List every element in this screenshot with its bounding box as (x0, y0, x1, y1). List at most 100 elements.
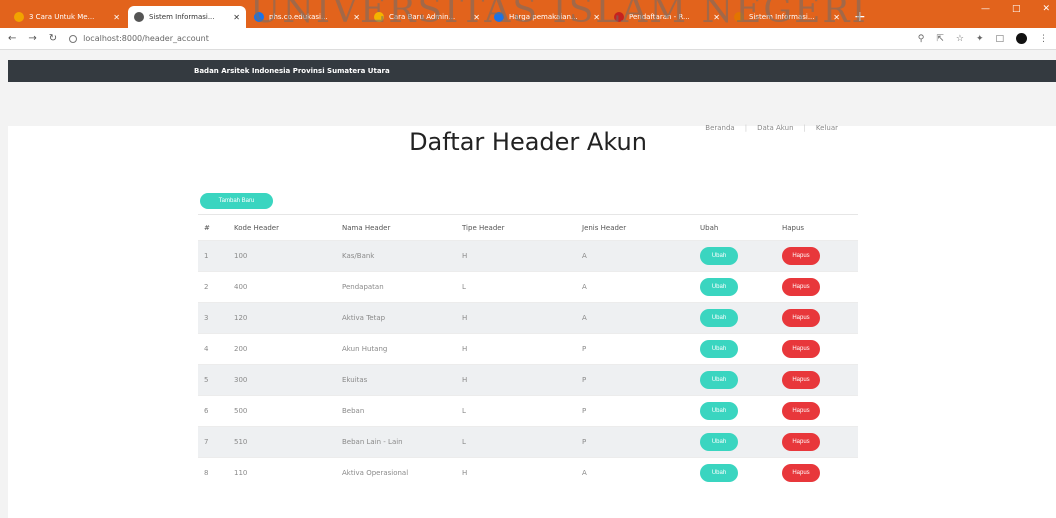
table-body: 1 100 Kas/Bank H A Ubah Hapus 2 400 Pendapatan L A U… (198, 240, 858, 489)
row-edit-cell: Ubah (694, 458, 776, 489)
app-navbar: Badan Arsitek Indonesia Provinsi Sumater… (8, 60, 1056, 82)
row-jenis: P (582, 345, 587, 353)
delete-button[interactable]: Hapus (782, 464, 820, 483)
close-tab-icon[interactable]: ✕ (353, 13, 360, 22)
row-delete-cell: Hapus (776, 241, 858, 272)
row-delete-cell: Hapus (776, 427, 858, 458)
delete-button[interactable]: Hapus (782, 309, 820, 327)
row-delete-cell: Hapus (776, 365, 858, 396)
menu-icon[interactable]: ⋮ (1039, 34, 1048, 44)
browser-tab[interactable]: Pendaftaran - R... ✕ (608, 6, 726, 28)
row-tipe: H (462, 314, 468, 322)
row-number: 3 (204, 314, 209, 322)
close-tab-icon[interactable]: ✕ (593, 13, 600, 22)
minimize-icon[interactable]: — (981, 4, 990, 14)
edit-button[interactable]: Ubah (700, 464, 738, 483)
row-number: 6 (204, 407, 209, 415)
row-edit-cell: Ubah (694, 427, 776, 458)
bookmark-star-icon[interactable]: ☆ (956, 34, 964, 44)
page-title: Daftar Header Akun (409, 128, 647, 156)
browser-tab-strip: 3 Cara Untuk Me... ✕ Sistem Informasi... ✕ p… (0, 0, 1056, 28)
reload-icon[interactable]: ↻ (49, 33, 57, 44)
col-number: # (204, 223, 210, 232)
delete-button[interactable]: Hapus (782, 340, 820, 358)
address-bar: ← → ↻ localhost:8000/header_account ⚲ ⇱ … (0, 28, 1056, 50)
favicon-icon (134, 12, 144, 22)
forward-icon[interactable]: → (28, 33, 36, 44)
add-new-button[interactable]: Tambah Baru (200, 193, 273, 209)
tab-label: Pendaftaran - R... (629, 13, 690, 21)
table-row: 8 110 Aktiva Operasional H A Ubah Hapus (198, 457, 858, 489)
delete-button[interactable]: Hapus (782, 433, 820, 451)
tab-label: Cara Baru Admin... (389, 13, 456, 21)
row-tipe: H (462, 252, 468, 260)
share-icon[interactable]: ⇱ (936, 34, 944, 44)
table-row: 3 120 Aktiva Tetap H A Ubah Hapus (198, 302, 858, 334)
tab-label: Sistem Informasi... (149, 13, 215, 21)
table-header-row: # Kode Header Nama Header Tipe Header Je… (198, 214, 858, 241)
col-nama-header: Nama Header (342, 223, 391, 232)
back-icon[interactable]: ← (8, 33, 16, 44)
url-field[interactable]: localhost:8000/header_account (69, 34, 918, 43)
favicon-icon (614, 12, 624, 22)
row-kode: 400 (234, 283, 248, 291)
close-tab-icon[interactable]: ✕ (473, 13, 480, 22)
delete-button[interactable]: Hapus (782, 371, 820, 389)
row-nama: Ekuitas (342, 376, 368, 384)
extensions-icon[interactable]: ✦ (976, 34, 984, 44)
sidebar-icon[interactable]: □ (995, 34, 1004, 44)
delete-button[interactable]: Hapus (782, 402, 820, 420)
zoom-icon[interactable]: ⚲ (918, 34, 925, 44)
edit-button[interactable]: Ubah (700, 433, 738, 451)
row-tipe: L (462, 407, 466, 415)
delete-button[interactable]: Hapus (782, 247, 820, 265)
close-window-icon[interactable]: ✕ (1042, 4, 1050, 14)
info-icon[interactable] (69, 34, 78, 43)
profile-avatar[interactable] (1016, 33, 1027, 44)
app-brand[interactable]: Badan Arsitek Indonesia Provinsi Sumater… (194, 67, 390, 75)
edit-button[interactable]: Ubah (700, 247, 738, 265)
row-edit-cell: Ubah (694, 334, 776, 365)
edit-button[interactable]: Ubah (700, 371, 738, 389)
delete-button[interactable]: Hapus (782, 278, 820, 296)
table-row: 7 510 Beban Lain - Lain L P Ubah Hapus (198, 426, 858, 458)
favicon-icon (494, 12, 504, 22)
browser-tab[interactable]: Cara Baru Admin... ✕ (368, 6, 486, 28)
row-jenis: A (582, 314, 587, 322)
tab-label: Harga pemakaian... (509, 13, 578, 21)
row-tipe: H (462, 469, 468, 478)
edit-button[interactable]: Ubah (700, 340, 738, 358)
edit-button[interactable]: Ubah (700, 278, 738, 296)
col-ubah: Ubah (700, 223, 719, 232)
row-nama: Kas/Bank (342, 252, 375, 260)
row-kode: 110 (234, 469, 248, 478)
url-text: localhost:8000/header_account (83, 34, 209, 43)
row-nama: Aktiva Tetap (342, 314, 386, 322)
row-delete-cell: Hapus (776, 458, 858, 489)
favicon-icon (734, 12, 744, 22)
row-jenis: A (582, 469, 587, 478)
row-edit-cell: Ubah (694, 396, 776, 427)
maximize-icon[interactable]: □ (1012, 4, 1021, 14)
row-kode: 510 (234, 438, 248, 446)
close-tab-icon[interactable]: ✕ (713, 13, 720, 22)
row-number: 4 (204, 345, 209, 353)
favicon-icon (254, 12, 264, 22)
browser-tab[interactable]: phs.co.edukasi... ✕ (248, 6, 366, 28)
tab-label: Sistem Informasi... (749, 13, 815, 21)
tab-label: phs.co.edukasi... (269, 13, 328, 21)
col-tipe-header: Tipe Header (462, 223, 505, 232)
edit-button[interactable]: Ubah (700, 309, 738, 327)
browser-tab[interactable]: Harga pemakaian... ✕ (488, 6, 606, 28)
row-number: 2 (204, 283, 209, 291)
col-kode-header: Kode Header (234, 223, 279, 232)
browser-tab[interactable]: 3 Cara Untuk Me... ✕ (8, 6, 126, 28)
browser-tab[interactable]: Sistem Informasi... ✕ (728, 6, 846, 28)
close-tab-icon[interactable]: ✕ (113, 13, 120, 22)
col-hapus: Hapus (782, 223, 805, 232)
edit-button[interactable]: Ubah (700, 402, 738, 420)
close-tab-icon[interactable]: ✕ (833, 13, 840, 22)
browser-tab[interactable]: Sistem Informasi... ✕ (128, 6, 246, 28)
close-tab-icon[interactable]: ✕ (233, 13, 240, 22)
new-tab-button[interactable]: + (854, 6, 866, 28)
